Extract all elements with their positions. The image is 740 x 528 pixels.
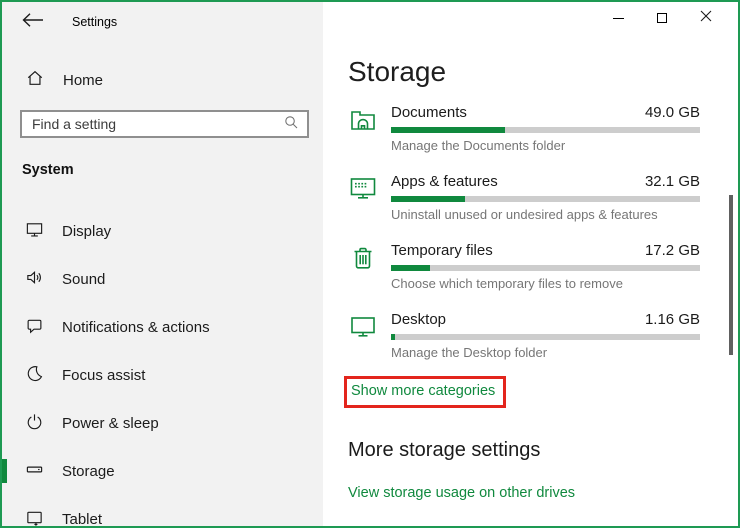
category-size: 1.16 GB — [645, 311, 700, 328]
usage-bar — [391, 334, 700, 340]
search-box[interactable] — [20, 110, 309, 138]
back-button[interactable] — [21, 12, 47, 32]
category-name: Apps & features — [391, 173, 498, 190]
category-description: Uninstall unused or undesired apps & fea… — [391, 207, 700, 222]
sidebar-item-label: Notifications & actions — [62, 319, 210, 336]
view-other-drives-link[interactable]: View storage usage on other drives — [348, 485, 575, 501]
app-title: Settings — [72, 15, 117, 29]
sidebar-item-display[interactable]: Display — [2, 211, 323, 251]
category-size: 17.2 GB — [645, 242, 700, 259]
sidebar-item-label: Tablet — [62, 511, 102, 528]
usage-bar-fill — [391, 127, 505, 133]
minimize-icon — [613, 18, 624, 19]
close-button[interactable] — [684, 2, 728, 34]
sound-icon — [25, 268, 44, 291]
window-controls — [596, 2, 728, 34]
search-icon[interactable] — [283, 114, 299, 135]
usage-bar — [391, 265, 700, 271]
category-row-desktop[interactable]: Desktop 1.16 GB Manage the Desktop folde… — [348, 309, 700, 378]
sidebar-item-sound[interactable]: Sound — [2, 259, 323, 299]
sidebar-item-label: Power & sleep — [62, 415, 159, 432]
documents-folder-icon — [348, 105, 378, 135]
usage-bar-fill — [391, 265, 430, 271]
category-name: Desktop — [391, 311, 446, 328]
sidebar-item-storage[interactable]: Storage — [2, 451, 323, 491]
sidebar-item-label: Storage — [62, 463, 115, 480]
maximize-button[interactable] — [640, 2, 684, 34]
display-icon — [25, 220, 44, 243]
category-size: 49.0 GB — [645, 104, 700, 121]
sidebar-item-label: Focus assist — [62, 367, 145, 384]
power-icon — [25, 412, 44, 435]
desktop-monitor-icon — [348, 312, 378, 342]
usage-bar-fill — [391, 196, 465, 202]
category-name: Documents — [391, 104, 467, 121]
scrollbar-thumb[interactable] — [729, 195, 733, 355]
focus-assist-icon — [25, 364, 44, 387]
category-description: Choose which temporary files to remove — [391, 276, 700, 291]
sidebar-item-label: Sound — [62, 271, 105, 288]
usage-bar — [391, 196, 700, 202]
back-arrow-icon — [21, 15, 45, 32]
maximize-icon — [657, 13, 667, 23]
sidebar-item-focus-assist[interactable]: Focus assist — [2, 355, 323, 395]
category-row-documents[interactable]: Documents 49.0 GB Manage the Documents f… — [348, 102, 700, 171]
minimize-button[interactable] — [596, 2, 640, 34]
search-input[interactable] — [22, 116, 283, 132]
sidebar-item-power-sleep[interactable]: Power & sleep — [2, 403, 323, 443]
tablet-icon — [25, 508, 44, 528]
category-description: Manage the Desktop folder — [391, 345, 700, 360]
sidebar-home-label: Home — [63, 72, 103, 89]
category-row-apps-features[interactable]: Apps & features 32.1 GB Uninstall unused… — [348, 171, 700, 240]
sidebar-nav: Display Sound Notifications & — [2, 211, 323, 528]
sidebar-section-title: System — [22, 162, 74, 178]
show-more-categories-link[interactable]: Show more categories — [351, 383, 495, 399]
storage-drive-icon — [25, 460, 44, 483]
close-icon — [700, 9, 712, 27]
usage-bar — [391, 127, 700, 133]
category-size: 32.1 GB — [645, 173, 700, 190]
page-title: Storage — [348, 56, 446, 88]
category-description: Manage the Documents folder — [391, 138, 700, 153]
annotation-red-box: Show more categories — [344, 376, 506, 408]
main-content: Storage Documents 49.0 GB — [323, 2, 738, 526]
storage-category-list: Documents 49.0 GB Manage the Documents f… — [348, 102, 700, 378]
trash-icon — [348, 243, 378, 273]
notifications-icon — [25, 316, 44, 339]
home-icon — [26, 69, 44, 91]
usage-bar-fill — [391, 334, 395, 340]
settings-window: Settings Home System — [0, 0, 740, 528]
category-row-temporary-files[interactable]: Temporary files 17.2 GB Choose which tem… — [348, 240, 700, 309]
sidebar-item-label: Display — [62, 223, 111, 240]
more-storage-settings-title: More storage settings — [348, 439, 540, 462]
sidebar-item-notifications[interactable]: Notifications & actions — [2, 307, 323, 347]
sidebar-item-home[interactable]: Home — [2, 62, 323, 98]
sidebar-item-tablet[interactable]: Tablet — [2, 499, 323, 528]
apps-monitor-icon — [348, 174, 378, 204]
sidebar: Settings Home System — [2, 2, 323, 526]
selected-indicator — [2, 459, 7, 483]
category-name: Temporary files — [391, 242, 493, 259]
